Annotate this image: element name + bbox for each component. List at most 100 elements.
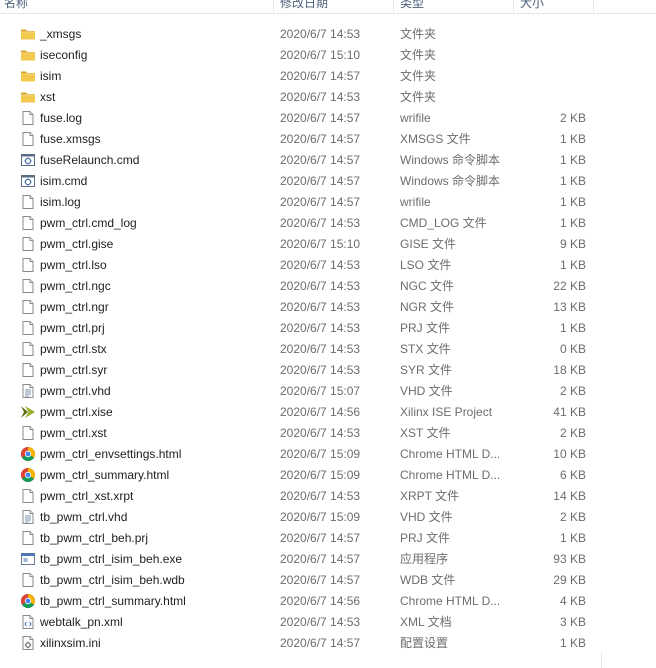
xilinx-ise-icon [20,404,36,420]
file-row[interactable]: tb_pwm_ctrl_isim_beh.wdb 2020/6/7 14:57 WD… [0,570,656,591]
file-size: 2 KB [559,384,586,398]
file-icon [20,110,36,126]
chrome-icon [20,446,36,462]
file-modified-date: 2020/6/7 14:53 [280,363,361,377]
file-size: 6 KB [559,468,586,482]
file-name: pwm_ctrl.prj [40,321,105,335]
file-type: NGC 文件 [400,279,455,293]
file-row[interactable]: pwm_ctrl.cmd_log 2020/6/7 14:53 CMD_LOG 文件… [0,213,656,234]
file-row[interactable]: pwm_ctrl.ngr 2020/6/7 14:53 NGR 文件 13 KB [0,297,656,318]
file-modified-date: 2020/6/7 14:53 [280,27,361,41]
file-row[interactable]: isim.cmd 2020/6/7 14:57 Windows 命令脚本 1 KB [0,171,656,192]
file-name: xst [40,90,56,104]
file-modified-date: 2020/6/7 14:57 [280,69,361,83]
file-row[interactable]: xst 2020/6/7 14:53 文件夹 [0,87,656,108]
file-row[interactable]: pwm_ctrl.gise 2020/6/7 15:10 GISE 文件 9 KB [0,234,656,255]
file-modified-date: 2020/6/7 14:53 [280,342,361,356]
file-row[interactable]: tb_pwm_ctrl_beh.prj 2020/6/7 14:57 PRJ 文件 1… [0,528,656,549]
file-size: 14 KB [553,489,586,503]
file-icon [20,236,36,252]
file-row[interactable]: xilinxsim.ini 2020/6/7 14:57 配置设置 1 KB [0,633,656,654]
file-row[interactable]: pwm_ctrl.xst 2020/6/7 14:53 XST 文件 2 KB [0,423,656,444]
file-modified-date: 2020/6/7 15:10 [280,237,361,251]
file-size: 2 KB [559,426,586,440]
file-size: 41 KB [553,405,586,419]
column-header-size[interactable]: 大小 [520,0,544,13]
file-name: pwm_ctrl_summary.html [40,468,170,482]
file-type: 文件夹 [400,69,437,83]
file-name: pwm_ctrl_envsettings.html [40,447,182,461]
file-size: 3 KB [559,615,586,629]
file-size: 1 KB [559,531,586,545]
file-modified-date: 2020/6/7 14:53 [280,426,361,440]
file-size: 2 KB [559,510,586,524]
file-modified-date: 2020/6/7 14:57 [280,636,361,650]
file-name: tb_pwm_ctrl.vhd [40,510,128,524]
file-icon [20,425,36,441]
file-row[interactable]: pwm_ctrl_envsettings.html 2020/6/7 15:09 C… [0,444,656,465]
file-row[interactable]: pwm_ctrl.vhd 2020/6/7 15:07 VHD 文件 2 KB [0,381,656,402]
file-row[interactable]: pwm_ctrl.stx 2020/6/7 14:53 STX 文件 0 KB [0,339,656,360]
chrome-icon [20,467,36,483]
file-row[interactable]: tb_pwm_ctrl_summary.html 2020/6/7 14:56 Ch… [0,591,656,612]
file-row[interactable]: pwm_ctrl_summary.html 2020/6/7 15:09 Chrom… [0,465,656,486]
file-type: WDB 文件 [400,573,456,587]
file-name: fuse.log [40,111,83,125]
file-row[interactable]: pwm_ctrl.syr 2020/6/7 14:53 SYR 文件 18 KB [0,360,656,381]
file-modified-date: 2020/6/7 14:53 [280,90,361,104]
file-icon [20,362,36,378]
column-divider[interactable] [513,0,514,12]
file-row[interactable]: iseconfig 2020/6/7 15:10 文件夹 [0,45,656,66]
cmd-script-icon [20,152,36,168]
file-row[interactable]: isim.log 2020/6/7 14:57 wrifile 1 KB [0,192,656,213]
file-modified-date: 2020/6/7 14:53 [280,258,361,272]
column-divider[interactable] [393,0,394,12]
file-size: 0 KB [559,342,586,356]
file-size: 22 KB [553,279,586,293]
file-row[interactable]: pwm_ctrl_xst.xrpt 2020/6/7 14:53 XRPT 文件 14… [0,486,656,507]
file-modified-date: 2020/6/7 14:57 [280,153,361,167]
file-type: 文件夹 [400,90,437,104]
file-row[interactable]: pwm_ctrl.ngc 2020/6/7 14:53 NGC 文件 22 KB [0,276,656,297]
column-divider[interactable] [273,0,274,12]
file-name: pwm_ctrl.cmd_log [40,216,137,230]
file-type: 文件夹 [400,27,437,41]
file-icon [20,299,36,315]
file-row[interactable]: pwm_ctrl.xise 2020/6/7 14:56 Xilinx ISE Pr… [0,402,656,423]
column-divider[interactable] [593,0,594,12]
file-icon [20,488,36,504]
file-row[interactable]: pwm_ctrl.prj 2020/6/7 14:53 PRJ 文件 1 KB [0,318,656,339]
file-row[interactable]: fuse.log 2020/6/7 14:57 wrifile 2 KB [0,108,656,129]
file-row[interactable]: isim 2020/6/7 14:57 文件夹 [0,66,656,87]
column-header-name[interactable]: 名称 [4,0,28,13]
file-type: NGR 文件 [400,300,455,314]
file-row[interactable]: webtalk_pn.xml 2020/6/7 14:53 XML 文档 3 KB [0,612,656,633]
file-modified-date: 2020/6/7 14:53 [280,615,361,629]
file-modified-date: 2020/6/7 14:53 [280,279,361,293]
file-name: pwm_ctrl.vhd [40,384,111,398]
file-icon [20,530,36,546]
file-row[interactable]: tb_pwm_ctrl_isim_beh.exe 2020/6/7 14:57 应用… [0,549,656,570]
file-row[interactable]: tb_pwm_ctrl.vhd 2020/6/7 15:09 VHD 文件 2 KB [0,507,656,528]
column-header-type[interactable]: 类型 [400,0,424,13]
text-file-icon [20,383,36,399]
file-modified-date: 2020/6/7 14:53 [280,300,361,314]
file-row[interactable]: fuse.xmsgs 2020/6/7 14:57 XMSGS 文件 1 KB [0,129,656,150]
file-name: iseconfig [40,48,88,62]
file-row[interactable]: _xmsgs 2020/6/7 14:53 文件夹 [0,24,656,45]
file-type: 文件夹 [400,48,437,62]
file-modified-date: 2020/6/7 15:07 [280,384,361,398]
file-row[interactable]: fuseRelaunch.cmd 2020/6/7 14:57 Windows 命令… [0,150,656,171]
file-size: 93 KB [553,552,586,566]
file-name: fuseRelaunch.cmd [40,153,140,167]
column-header-date[interactable]: 修改日期 [280,0,328,13]
file-type: VHD 文件 [400,510,453,524]
file-modified-date: 2020/6/7 14:57 [280,552,361,566]
folder-icon [20,68,36,84]
file-type: XRPT 文件 [400,489,460,503]
file-row[interactable]: pwm_ctrl.lso 2020/6/7 14:53 LSO 文件 1 KB [0,255,656,276]
file-size: 10 KB [553,447,586,461]
file-modified-date: 2020/6/7 14:57 [280,111,361,125]
file-type: wrifile [400,111,431,125]
file-type: Chrome HTML D... [400,594,501,608]
